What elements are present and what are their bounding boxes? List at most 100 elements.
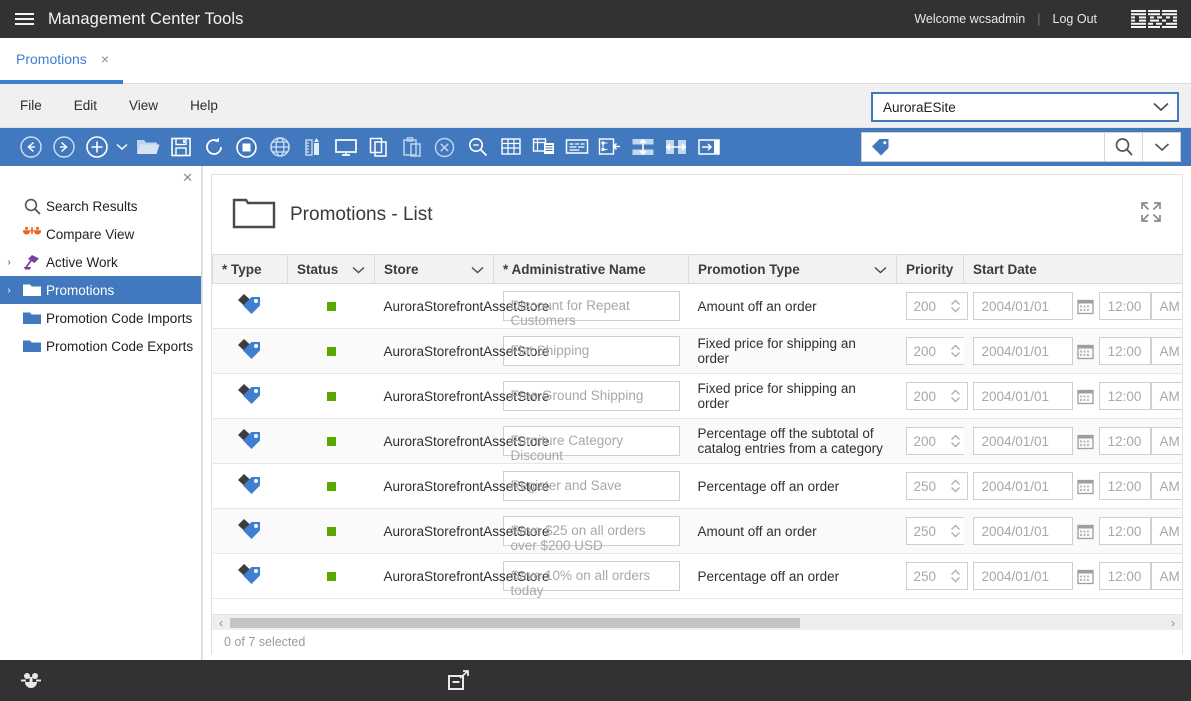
administrative-name-input[interactable]: Register and Save bbox=[502, 471, 680, 501]
expand-horizontal-icon[interactable] bbox=[659, 131, 692, 163]
cell-start-date[interactable]: 2004/01/01 12:00 AM bbox=[963, 283, 1182, 329]
administrative-name-input[interactable]: Furniture Category Discount bbox=[502, 426, 680, 463]
priority-stepper[interactable]: 250 bbox=[905, 472, 968, 500]
start-date-input[interactable]: 2004/01/01 bbox=[972, 472, 1073, 500]
column-header-type[interactable]: * Type bbox=[212, 254, 288, 284]
calendar-icon[interactable] bbox=[1073, 298, 1099, 315]
priority-stepper[interactable]: 250 bbox=[905, 517, 968, 545]
priority-stepper[interactable]: 200 bbox=[905, 292, 968, 320]
chevron-down-icon[interactable] bbox=[866, 262, 887, 277]
meridiem-select[interactable]: AM bbox=[1150, 382, 1182, 410]
sidebar-item-promotion-code-exports[interactable]: Promotion Code Exports bbox=[0, 332, 201, 360]
search-button[interactable] bbox=[1104, 133, 1142, 161]
table-row[interactable]: AuroraStorefrontAssetStore Flat Shipping F… bbox=[212, 328, 1182, 374]
cell-priority[interactable]: 250 bbox=[896, 553, 968, 599]
cell-priority[interactable]: 200 bbox=[896, 328, 968, 374]
cell-promotion-type[interactable]: Fixed price for shipping an order bbox=[688, 328, 897, 374]
bug-icon[interactable] bbox=[18, 669, 44, 693]
close-icon[interactable]: ✕ bbox=[182, 171, 193, 184]
calendar-icon[interactable] bbox=[1073, 568, 1099, 585]
calendar-icon[interactable] bbox=[1073, 433, 1099, 450]
sidebar-item-search-results[interactable]: Search Results bbox=[0, 192, 201, 220]
cell-priority[interactable]: 200 bbox=[896, 418, 968, 464]
administrative-name-input[interactable]: Free Ground Shipping bbox=[502, 381, 680, 411]
cell-administrative-name[interactable]: Flat Shipping bbox=[493, 328, 689, 374]
tab-promotions[interactable]: Promotions × bbox=[0, 38, 123, 84]
cell-status[interactable] bbox=[287, 283, 375, 329]
tree-collapse-icon[interactable] bbox=[593, 131, 626, 163]
administrative-name-input[interactable]: Flat Shipping bbox=[502, 336, 680, 366]
cell-administrative-name[interactable]: Save 10% on all orders today bbox=[493, 553, 689, 599]
cell-promotion-type[interactable]: Percentage off an order bbox=[688, 553, 897, 599]
chevron-down-icon[interactable] bbox=[463, 262, 484, 277]
logout-link[interactable]: Log Out bbox=[1041, 12, 1109, 26]
back-icon[interactable] bbox=[14, 131, 47, 163]
globe-icon[interactable] bbox=[263, 131, 296, 163]
delete-icon[interactable] bbox=[428, 131, 461, 163]
stop-icon[interactable] bbox=[230, 131, 263, 163]
expand-vertical-icon[interactable] bbox=[626, 131, 659, 163]
start-date-input[interactable]: 2004/01/01 bbox=[972, 382, 1073, 410]
expand-fullscreen-icon[interactable] bbox=[1134, 195, 1168, 234]
find-icon[interactable] bbox=[461, 131, 494, 163]
horizontal-scrollbar[interactable]: ‹ › bbox=[212, 614, 1182, 630]
meridiem-select[interactable]: AM bbox=[1150, 292, 1182, 320]
start-date-input[interactable]: 2004/01/01 bbox=[972, 517, 1073, 545]
cell-status[interactable] bbox=[287, 463, 375, 509]
cell-type[interactable] bbox=[212, 328, 288, 374]
restore-window-icon[interactable] bbox=[446, 669, 472, 692]
scroll-thumb[interactable] bbox=[230, 617, 800, 628]
table-icon[interactable] bbox=[494, 131, 527, 163]
cell-priority[interactable]: 250 bbox=[896, 508, 968, 554]
cell-start-date[interactable]: 2004/01/01 12:00 AM bbox=[963, 508, 1182, 554]
new-dropdown-caret-icon[interactable] bbox=[113, 131, 131, 163]
expand-twisty-icon[interactable]: › bbox=[0, 285, 18, 296]
meridiem-select[interactable]: AM bbox=[1150, 427, 1182, 455]
cell-store[interactable]: AuroraStorefrontAssetStore bbox=[374, 373, 549, 419]
cell-promotion-type[interactable]: Percentage off an order bbox=[688, 463, 897, 509]
cell-start-date[interactable]: 2004/01/01 12:00 AM bbox=[963, 328, 1182, 374]
priority-stepper[interactable]: 200 bbox=[905, 382, 968, 410]
calendar-icon[interactable] bbox=[1073, 478, 1099, 495]
stepper-arrows-icon[interactable] bbox=[949, 569, 967, 583]
priority-stepper[interactable]: 200 bbox=[905, 337, 968, 365]
cell-type[interactable] bbox=[212, 373, 288, 419]
calendar-icon[interactable] bbox=[1073, 388, 1099, 405]
cell-priority[interactable]: 200 bbox=[896, 373, 968, 419]
table-row[interactable]: AuroraStorefrontAssetStore Discount for R… bbox=[212, 283, 1182, 329]
priority-stepper[interactable]: 200 bbox=[905, 427, 968, 455]
cell-start-date[interactable]: 2004/01/01 12:00 AM bbox=[963, 373, 1182, 419]
column-header-administrative-name[interactable]: * Administrative Name bbox=[493, 254, 689, 284]
search-options-dropdown[interactable] bbox=[1142, 133, 1180, 161]
column-header-start-date[interactable]: Start Date bbox=[963, 254, 1182, 284]
menu-item-help[interactable]: Help bbox=[174, 84, 234, 128]
menu-item-file[interactable]: File bbox=[4, 84, 58, 128]
scroll-track[interactable] bbox=[230, 617, 1164, 628]
meridiem-select[interactable]: AM bbox=[1150, 562, 1182, 590]
column-header-promotion-type[interactable]: Promotion Type bbox=[688, 254, 897, 284]
column-header-priority[interactable]: Priority bbox=[896, 254, 964, 284]
cell-promotion-type[interactable]: Amount off an order bbox=[688, 283, 897, 329]
stepper-arrows-icon[interactable] bbox=[949, 299, 967, 313]
sidebar-item-promotions[interactable]: › Promotions bbox=[0, 276, 201, 304]
cell-status[interactable] bbox=[287, 373, 375, 419]
administrative-name-input[interactable]: Discount for Repeat Customers bbox=[502, 291, 680, 328]
stepper-arrows-icon[interactable] bbox=[949, 389, 967, 403]
calendar-icon[interactable] bbox=[1073, 523, 1099, 540]
start-date-input[interactable]: 2004/01/01 bbox=[972, 562, 1073, 590]
administrative-name-input[interactable]: Save 10% on all orders today bbox=[502, 561, 680, 598]
table-row[interactable]: AuroraStorefrontAssetStore Furniture Cate… bbox=[212, 418, 1182, 464]
stepper-arrows-icon[interactable] bbox=[949, 524, 967, 538]
menu-item-view[interactable]: View bbox=[113, 84, 174, 128]
start-time-input[interactable]: 12:00 bbox=[1098, 517, 1151, 545]
cell-store[interactable]: AuroraStorefrontAssetStore bbox=[374, 463, 549, 509]
sidebar-item-promotion-code-imports[interactable]: Promotion Code Imports bbox=[0, 304, 201, 332]
start-date-input[interactable]: 2004/01/01 bbox=[972, 337, 1073, 365]
meridiem-select[interactable]: AM bbox=[1150, 472, 1182, 500]
cell-priority[interactable]: 250 bbox=[896, 463, 968, 509]
cell-store[interactable]: AuroraStorefrontAssetStore bbox=[374, 283, 549, 329]
hamburger-menu-icon[interactable] bbox=[0, 13, 48, 25]
table-row[interactable]: AuroraStorefrontAssetStore Free Ground Sh… bbox=[212, 373, 1182, 419]
table-row[interactable]: AuroraStorefrontAssetStore Save $25 on al… bbox=[212, 508, 1182, 554]
meridiem-select[interactable]: AM bbox=[1150, 517, 1182, 545]
